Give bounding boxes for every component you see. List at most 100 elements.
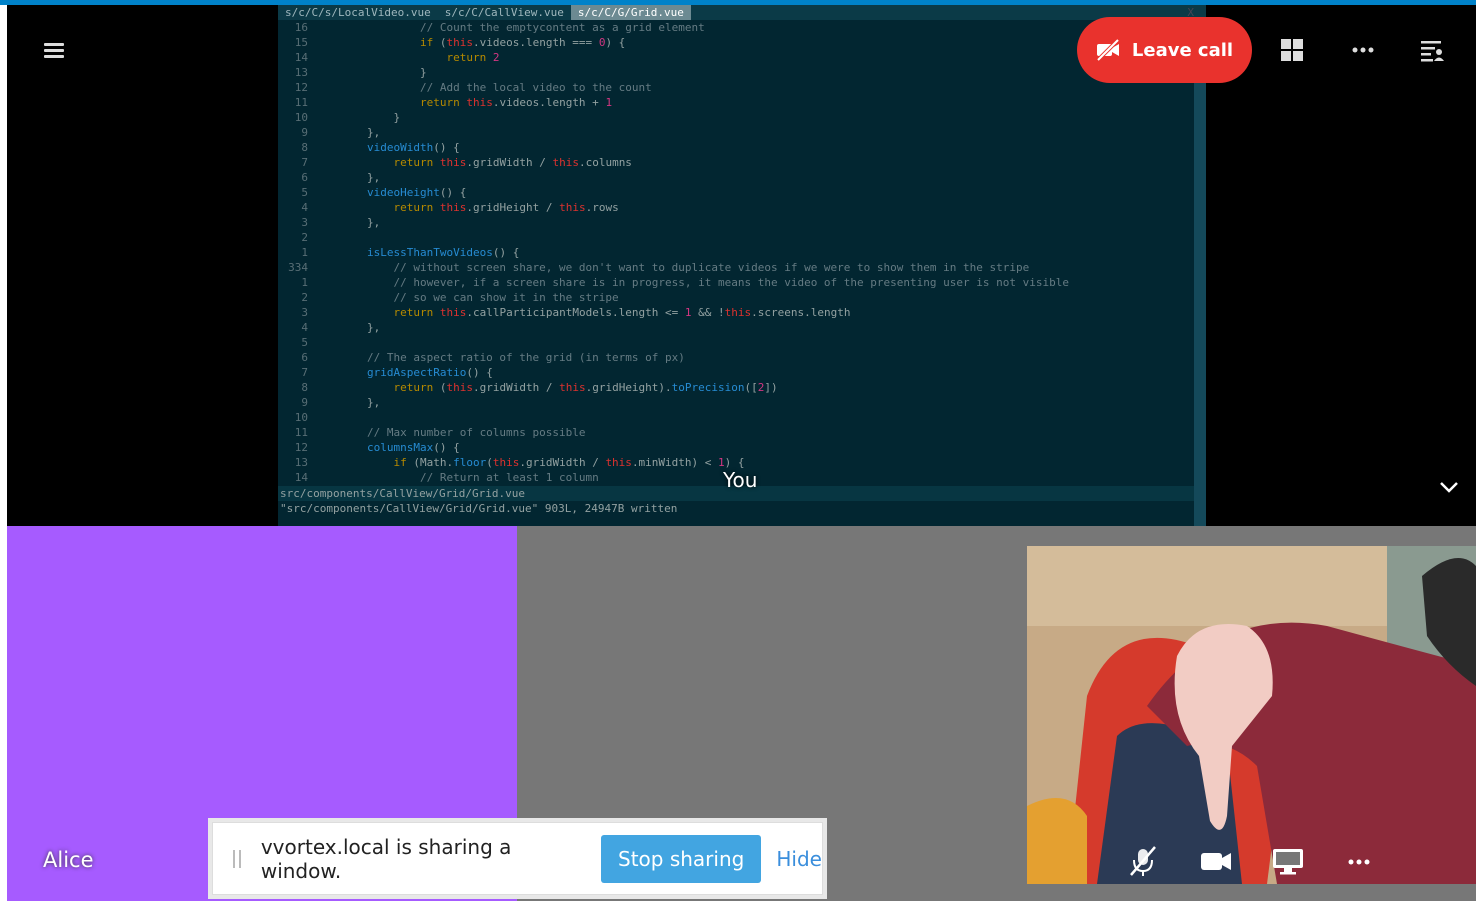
editor-tab[interactable]: s/c/C/CallView.vue: [438, 5, 571, 20]
line-number: 4: [301, 201, 308, 214]
left-edge: [0, 5, 7, 901]
line-number: 12: [294, 441, 308, 454]
line-number: 6: [301, 171, 308, 184]
code-line: 3 return this.callParticipantModels.leng…: [278, 305, 1206, 320]
more-options-icon[interactable]: [1349, 36, 1377, 64]
camera-icon[interactable]: [1199, 844, 1233, 878]
line-text: return this.gridHeight / this.rows: [393, 201, 619, 214]
code-line: 13 }: [278, 65, 1206, 80]
line-number: 12: [294, 81, 308, 94]
editor-message-line: "src/components/CallView/Grid/Grid.vue" …: [280, 502, 678, 515]
line-number: 7: [301, 156, 308, 169]
line-number: 16: [294, 21, 308, 34]
code-line: 3 },: [278, 215, 1206, 230]
code-line: 334 // without screen share, we don't wa…: [278, 260, 1206, 275]
code-line: 16 // Count the emptycontent as a grid e…: [278, 20, 1206, 35]
code-line: 9 },: [278, 125, 1206, 140]
hamburger-menu-icon[interactable]: [42, 40, 66, 64]
line-text: },: [314, 171, 381, 184]
code-line: 4 },: [278, 320, 1206, 335]
line-text: if (this.videos.length === 0) {: [419, 36, 626, 49]
line-number: 1: [301, 246, 308, 259]
line-text: return this.callParticipantModels.length…: [393, 306, 851, 319]
line-text: gridAspectRatio() {: [366, 366, 493, 379]
leave-call-label: Leave call: [1131, 39, 1234, 61]
code-line: 11 return this.videos.length + 1: [278, 95, 1206, 110]
line-number: 1: [301, 276, 308, 289]
video-off-icon: [1096, 39, 1120, 61]
microphone-off-icon[interactable]: [1126, 844, 1160, 878]
code-editor: 16 // Count the emptycontent as a grid e…: [278, 20, 1206, 485]
line-text: return this.videos.length + 1: [419, 96, 613, 109]
line-number: 5: [301, 186, 308, 199]
line-text: },: [314, 396, 381, 409]
code-line: 11 // Max number of columns possible: [278, 425, 1206, 440]
line-number: 9: [301, 126, 308, 139]
line-number: 2: [301, 231, 308, 244]
line-text: isLessThanTwoVideos() {: [366, 246, 520, 259]
code-line: 14 return 2: [278, 50, 1206, 65]
line-number: 9: [301, 396, 308, 409]
stop-sharing-button[interactable]: Stop sharing: [600, 834, 762, 883]
line-text: // without screen share, we don't want t…: [314, 261, 1030, 274]
editor-tab[interactable]: s/c/C/G/Grid.vue: [570, 5, 691, 20]
line-text: return (this.gridWidth / this.gridHeight…: [393, 381, 778, 394]
line-number: 14: [294, 51, 308, 64]
line-text: return 2: [446, 51, 500, 64]
line-number: 11: [294, 96, 308, 109]
line-number: 7: [301, 366, 308, 379]
line-text: columnsMax() {: [366, 441, 460, 454]
line-number: 8: [301, 141, 308, 154]
code-line: 8 return (this.gridWidth / this.gridHeig…: [278, 380, 1206, 395]
self-more-options-icon[interactable]: [1342, 844, 1376, 878]
line-text: // Count the emptycontent as a grid elem…: [314, 21, 705, 34]
line-number: 5: [301, 336, 308, 349]
line-text: // The aspect ratio of the grid (in term…: [314, 351, 685, 364]
line-text: },: [314, 321, 381, 334]
line-text: }: [314, 111, 401, 124]
leave-call-button[interactable]: Leave call: [1077, 17, 1252, 83]
line-number: 15: [294, 36, 308, 49]
participant-name: Alice: [43, 848, 94, 872]
hide-button[interactable]: Hide: [776, 847, 822, 871]
line-number: 3: [301, 216, 308, 229]
line-text: // however, if a screen share is in prog…: [314, 276, 1069, 289]
code-line: 4 return this.gridHeight / this.rows: [278, 200, 1206, 215]
code-line: 10 }: [278, 110, 1206, 125]
code-line: 6 // The aspect ratio of the grid (in te…: [278, 350, 1206, 365]
code-line: 7 gridAspectRatio() {: [278, 365, 1206, 380]
line-number: 6: [301, 351, 308, 364]
line-number: 334: [288, 261, 308, 274]
self-video-image: [1027, 546, 1476, 884]
sharing-message: vvortex.local is sharing a window.: [260, 834, 512, 883]
code-line: 15 if (this.videos.length === 0) {: [278, 35, 1206, 50]
code-line: 10: [278, 410, 1206, 425]
participants-sidebar-icon[interactable]: [1418, 36, 1446, 64]
line-text: videoHeight() {: [366, 186, 467, 199]
call-view: s/c/C/s/LocalVideo.vue s/c/C/CallView.vue…: [0, 0, 1476, 901]
sharing-notification-bar: vvortex.local is sharing a window. Stop …: [212, 822, 823, 895]
code-line: 6 },: [278, 170, 1206, 185]
code-line: 5: [278, 335, 1206, 350]
code-line: 1 isLessThanTwoVideos() {: [278, 245, 1206, 260]
line-number: 13: [294, 456, 308, 469]
code-line: 2: [278, 230, 1206, 245]
line-number: 2: [301, 291, 308, 304]
line-text: if (Math.floor(this.gridWidth / this.min…: [393, 456, 745, 469]
line-number: 3: [301, 306, 308, 319]
code-line: 7 return this.gridWidth / this.columns: [278, 155, 1206, 170]
line-text: // Max number of columns possible: [314, 426, 586, 439]
chevron-down-icon[interactable]: [1437, 478, 1461, 496]
screen-share-icon[interactable]: [1271, 844, 1305, 878]
grid-view-icon[interactable]: [1278, 36, 1306, 64]
screen-share-view: s/c/C/s/LocalVideo.vue s/c/C/CallView.vue…: [278, 5, 1206, 526]
line-text: videoWidth() {: [366, 141, 460, 154]
line-number: 10: [294, 111, 308, 124]
line-number: 13: [294, 66, 308, 79]
line-number: 11: [294, 426, 308, 439]
editor-tab[interactable]: s/c/C/s/LocalVideo.vue: [278, 5, 438, 20]
code-line: 8 videoWidth() {: [278, 140, 1206, 155]
drag-handle-icon[interactable]: [233, 849, 241, 868]
line-number: 10: [294, 411, 308, 424]
line-text: },: [314, 126, 381, 139]
